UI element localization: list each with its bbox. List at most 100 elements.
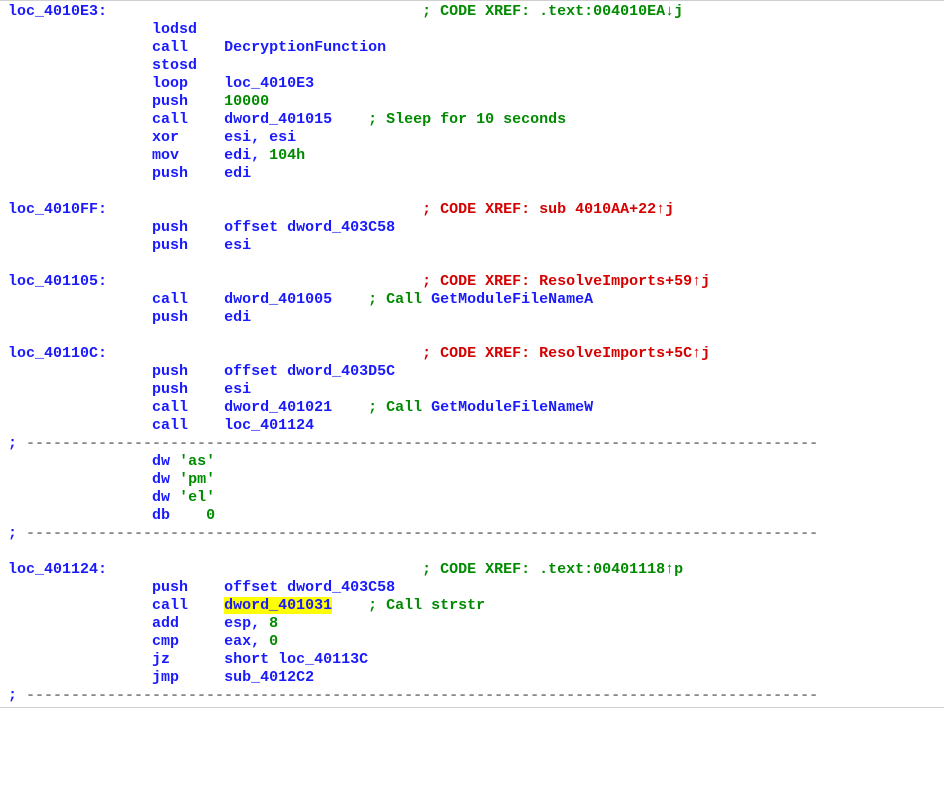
inst-push-off2: push offset dword_403D5C	[0, 363, 944, 381]
xref4-target: ResolveImports+5C↑j	[539, 345, 710, 362]
inst-call-strstr: call dword_401031 ; Call strstr	[0, 597, 944, 615]
mn-dw2: dw	[152, 471, 170, 488]
mn-push7: push	[152, 381, 188, 398]
db-zero: db 0	[0, 507, 944, 525]
mn-call6: call	[152, 597, 188, 614]
mn-push2: push	[152, 165, 188, 182]
inst-loop: loop loc_4010E3	[0, 75, 944, 93]
mn-lodsd: lodsd	[152, 21, 197, 38]
mn-call2: call	[152, 111, 188, 128]
mn-push6: push	[152, 363, 188, 380]
inst-push-edi2: push edi	[0, 309, 944, 327]
inst-push-off1: push offset dword_403C58	[0, 219, 944, 237]
mn-push8: push	[152, 579, 188, 596]
op-edi2: edi	[224, 309, 251, 326]
xref4-prefix: ; CODE XREF:	[422, 345, 539, 362]
mn-dw1: dw	[152, 453, 170, 470]
mn-cmp: cmp	[152, 633, 179, 650]
op-esi1: esi	[224, 237, 251, 254]
label-loc3: loc_401105:	[8, 273, 107, 290]
op-104h: 104h	[269, 147, 305, 164]
label-loc4: loc_40110C:	[8, 345, 107, 362]
op-dword401015: dword_401015	[224, 111, 332, 128]
inst-mov: mov edi, 104h	[0, 147, 944, 165]
op-edi1: edi	[224, 165, 251, 182]
cmt-strstr: ; Call strstr	[368, 597, 485, 614]
inst-push-edi1: push edi	[0, 165, 944, 183]
sep1-dash: ----------------------------------------…	[17, 435, 818, 452]
op-eax: eax,	[224, 633, 269, 650]
label-loc2: loc_4010FF:	[8, 201, 107, 218]
sep2-dash: ----------------------------------------…	[17, 525, 818, 542]
label-loc5: loc_401124:	[8, 561, 107, 578]
op-zero: 0	[206, 507, 215, 524]
xref5-target: .text:00401118↑p	[539, 561, 683, 578]
op-dword401005: dword_401005	[224, 291, 332, 308]
inst-call-dec: call DecryptionFunction	[0, 39, 944, 57]
sep1: ; --------------------------------------…	[0, 435, 944, 453]
xref3-target: ResolveImports+59↑j	[539, 273, 710, 290]
op-shortloc: short loc_40113C	[224, 651, 368, 668]
cmt-sleep: ; Sleep for 10 seconds	[368, 111, 566, 128]
inst-call-sleep: call dword_401015 ; Sleep for 10 seconds	[0, 111, 944, 129]
blank3	[0, 327, 944, 345]
mn-call4: call	[152, 399, 188, 416]
mn-loop: loop	[152, 75, 188, 92]
inst-xor: xor esi, esi	[0, 129, 944, 147]
inst-push-off3: push offset dword_403C58	[0, 579, 944, 597]
dw-el: dw 'el'	[0, 489, 944, 507]
label-loc1: loc_4010E3:	[8, 3, 107, 20]
mn-add: add	[152, 615, 179, 632]
op-10000: 10000	[224, 93, 269, 110]
mn-push4: push	[152, 237, 188, 254]
mn-call5: call	[152, 417, 188, 434]
blank1	[0, 183, 944, 201]
op-decfunc: DecryptionFunction	[224, 39, 386, 56]
mn-dw3: dw	[152, 489, 170, 506]
op-off403C58a: offset dword_403C58	[224, 219, 395, 236]
mn-push1: push	[152, 93, 188, 110]
mn-call1: call	[152, 39, 188, 56]
cmt-gmfnw-a: ; Call	[368, 399, 431, 416]
line-loc2: loc_4010FF: ; CODE XREF: sub 4010AA+22↑j	[0, 201, 944, 219]
xref5-prefix: ; CODE XREF:	[422, 561, 539, 578]
op-el: 'el'	[179, 489, 215, 506]
mn-mov: mov	[152, 147, 179, 164]
inst-add: add esp, 8	[0, 615, 944, 633]
inst-push-esi1: push esi	[0, 237, 944, 255]
cmt-gmfna-b: GetModuleFileNameA	[431, 291, 593, 308]
mn-jmp: jmp	[152, 669, 179, 686]
sep1-semi: ;	[8, 435, 17, 452]
inst-call-loc: call loc_401124	[0, 417, 944, 435]
op-sub4012C2: sub_4012C2	[224, 669, 314, 686]
blank2	[0, 255, 944, 273]
line-loc1: loc_4010E3: ; CODE XREF: .text:004010EA↓…	[0, 3, 944, 21]
inst-stosd: stosd	[0, 57, 944, 75]
mn-db: db	[152, 507, 170, 524]
op-edi: edi,	[224, 147, 269, 164]
mn-push5: push	[152, 309, 188, 326]
op-esp: esp,	[224, 615, 269, 632]
mn-jz: jz	[152, 651, 170, 668]
op-off403C58b: offset dword_403C58	[224, 579, 395, 596]
mn-call3: call	[152, 291, 188, 308]
sep3-semi: ;	[8, 687, 17, 704]
disassembly-listing: loc_4010E3: ; CODE XREF: .text:004010EA↓…	[0, 0, 944, 708]
sep3: ; --------------------------------------…	[0, 687, 944, 705]
line-loc5: loc_401124: ; CODE XREF: .text:00401118↑…	[0, 561, 944, 579]
op-8: 8	[269, 615, 278, 632]
dw-pm: dw 'pm'	[0, 471, 944, 489]
xref1-prefix: ; CODE XREF:	[422, 3, 539, 20]
mn-push3: push	[152, 219, 188, 236]
inst-push-10000: push 10000	[0, 93, 944, 111]
inst-jmp: jmp sub_4012C2	[0, 669, 944, 687]
op-loc401124: loc_401124	[224, 417, 314, 434]
mn-xor: xor	[152, 129, 179, 146]
inst-cmp: cmp eax, 0	[0, 633, 944, 651]
op-esi2: esi	[224, 381, 251, 398]
sep2-semi: ;	[8, 525, 17, 542]
sep3-dash: ----------------------------------------…	[17, 687, 818, 704]
mn-stosd: stosd	[152, 57, 197, 74]
op-dword401031: dword_401031	[224, 597, 332, 614]
op-esi-esi: esi, esi	[224, 129, 296, 146]
